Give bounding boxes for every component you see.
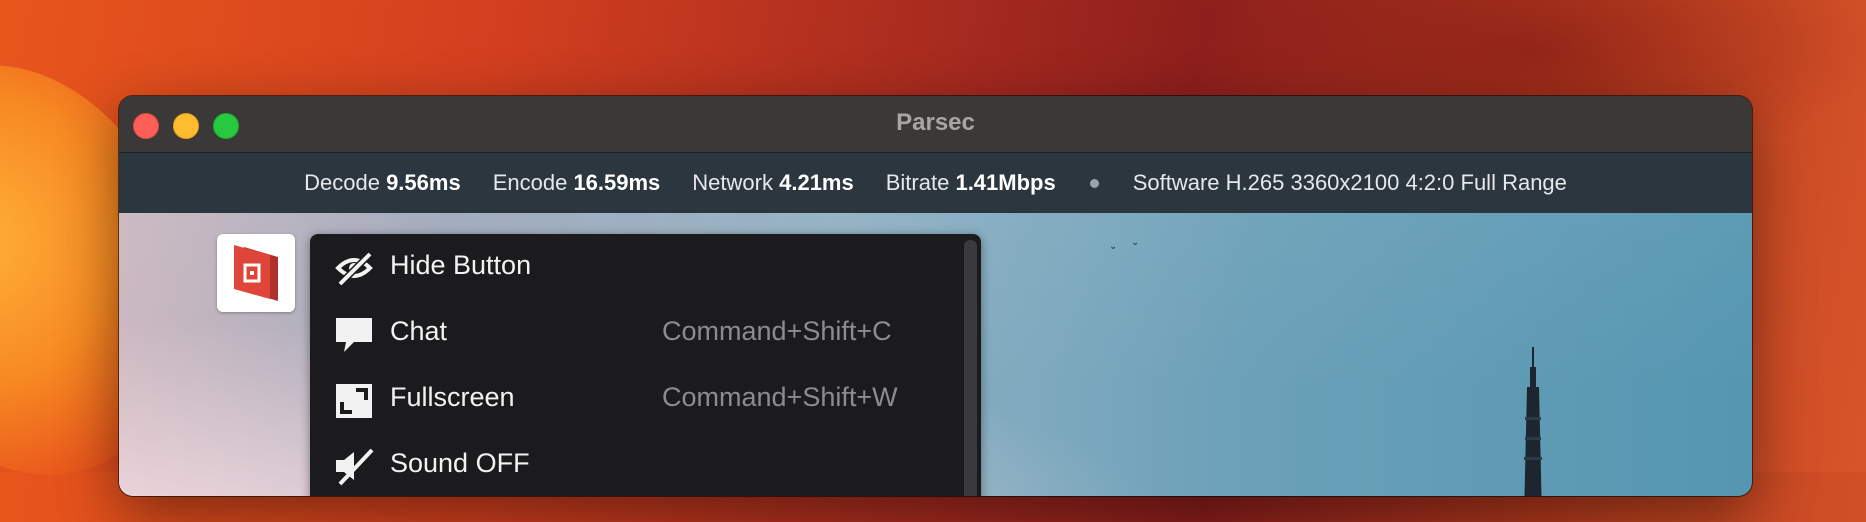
separator-dot [1089,178,1099,188]
menu-item-label: Chat [390,316,448,346]
network-label: Network [692,170,773,195]
bitrate-label: Bitrate [885,170,950,195]
parsec-menu-button[interactable] [217,234,295,312]
menu-item-shortcut: Command+Shift+W [662,382,898,412]
encode-value: 16.59ms [573,170,661,195]
decode-stat: Decode 9.56ms [304,170,461,196]
tower-silhouette [1524,347,1542,496]
remote-desktop-view[interactable]: ⌄ ⌄ Hide Button Chat Command+Shift+C Ful… [119,213,1752,496]
bird-icon: ⌄ [1131,237,1140,248]
title-bar[interactable]: Parsec [119,96,1752,153]
menu-scrollbar[interactable] [964,240,977,496]
sound-off-icon [336,448,374,486]
fullscreen-icon [336,384,372,418]
menu-item-hide-button[interactable]: Hide Button [310,234,950,300]
parsec-overlay-menu: Hide Button Chat Command+Shift+C Fullscr… [310,234,981,496]
bitrate-value: 1.41Mbps [955,170,1056,195]
chat-bubble-icon [336,318,372,352]
menu-item-shortcut: Command+Shift+C [662,316,892,346]
menu-item-label: Fullscreen [390,382,515,412]
menu-item-sound-off[interactable]: Sound OFF [310,432,950,496]
window-title: Parsec [896,109,975,136]
stream-stats-bar: Decode 9.56ms Encode 16.59ms Network 4.2… [119,153,1752,213]
menu-item-chat[interactable]: Chat Command+Shift+C [310,300,950,366]
network-stat: Network 4.21ms [692,170,853,196]
codec-info: Software H.265 3360x2100 4:2:0 Full Rang… [1132,170,1567,195]
encode-stat: Encode 16.59ms [493,170,661,196]
parsec-logo-icon [234,245,278,301]
encode-label: Encode [492,170,568,195]
network-value: 4.21ms [779,170,854,195]
menu-item-label: Sound OFF [390,448,530,478]
bird-icon: ⌄ [1109,241,1118,252]
decode-value: 9.56ms [386,170,461,195]
menu-item-label: Hide Button [390,250,532,280]
decode-label: Decode [304,170,380,195]
eye-slash-icon [335,251,373,287]
bitrate-stat: Bitrate 1.41Mbps [886,170,1056,196]
menu-item-fullscreen[interactable]: Fullscreen Command+Shift+W [310,366,950,432]
parsec-window: Parsec Decode 9.56ms Encode 16.59ms Netw… [119,96,1752,496]
